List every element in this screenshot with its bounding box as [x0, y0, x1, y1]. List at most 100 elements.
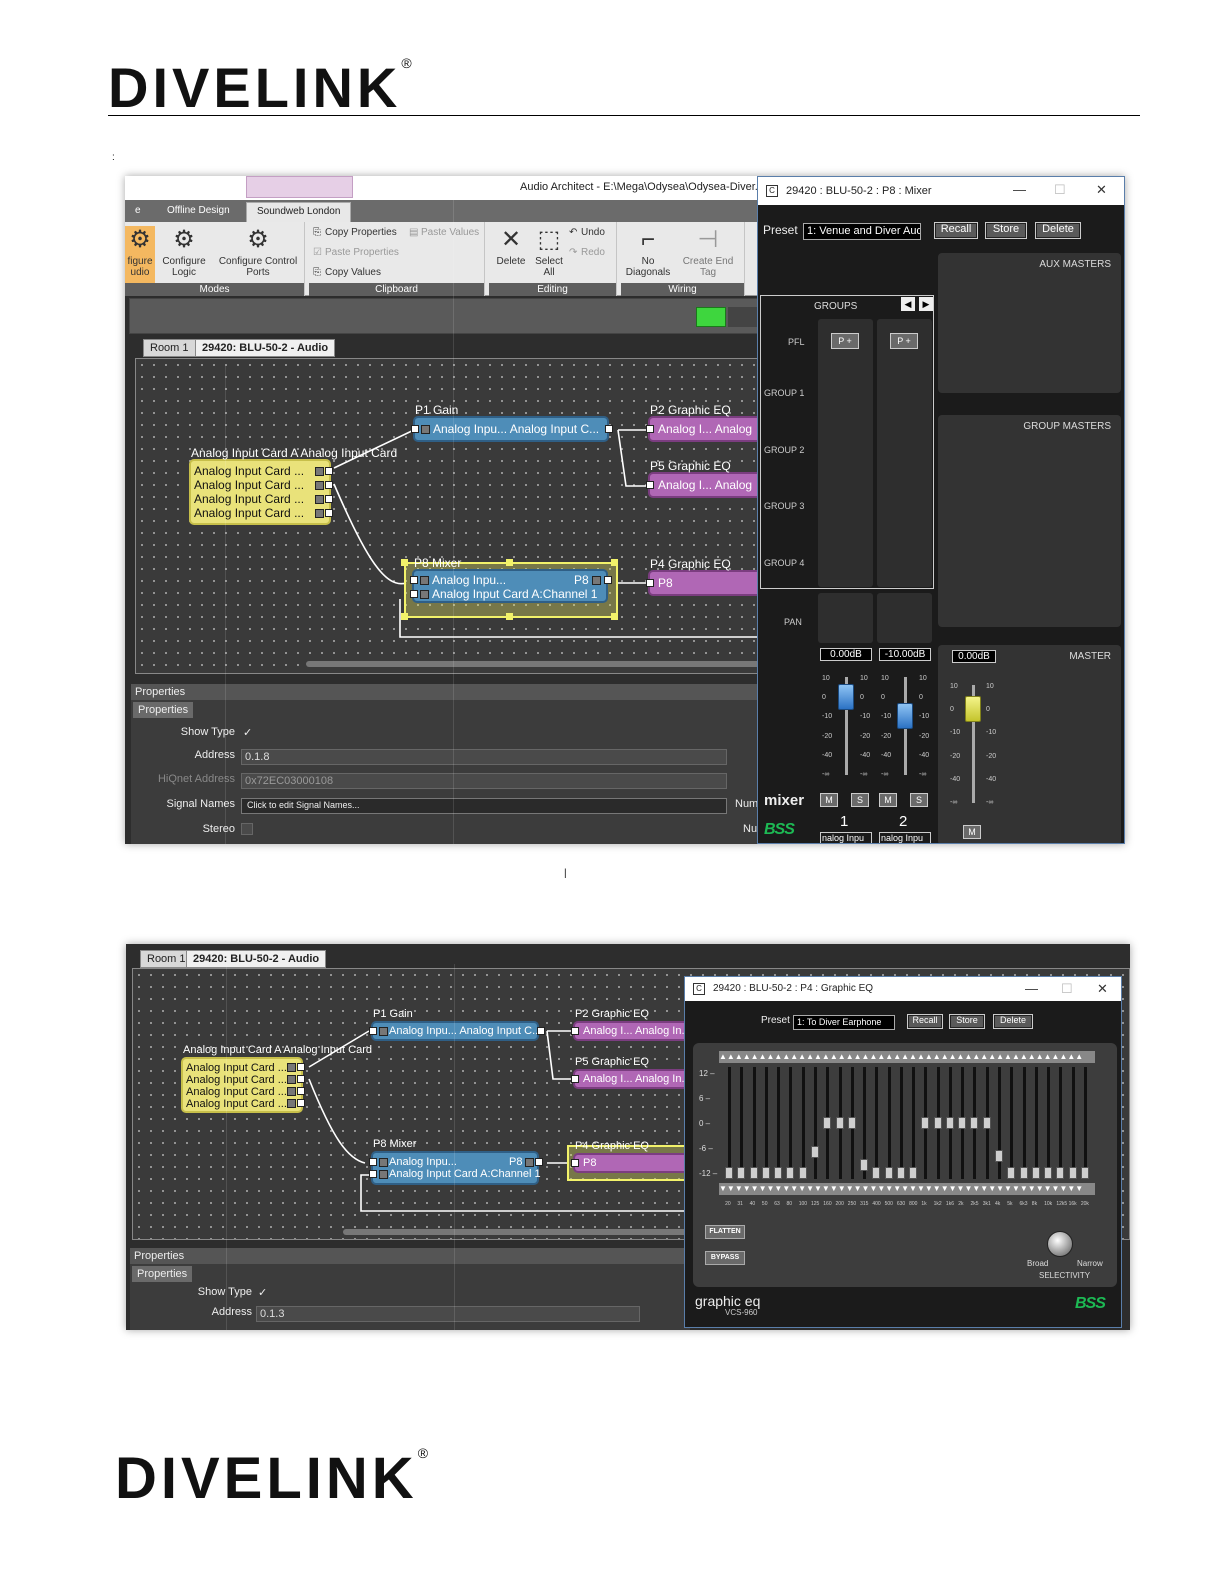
- gain-input-port[interactable]: [421, 425, 430, 434]
- undo-button[interactable]: ↶ Undo: [569, 227, 605, 238]
- configure-audio-button[interactable]: ⚙ figure udio: [125, 226, 155, 284]
- eq-band-knob[interactable]: [1007, 1167, 1016, 1179]
- bypass-button[interactable]: BYPASS: [705, 1251, 745, 1265]
- maximize-icon[interactable]: ☐: [1061, 981, 1073, 997]
- master-mute-button[interactable]: M: [963, 825, 981, 839]
- no-diagonals-button[interactable]: ⌐ No Diagonals: [623, 226, 673, 278]
- card-output-4[interactable]: [297, 1099, 305, 1107]
- tab-soundweb-london[interactable]: Soundweb London: [246, 202, 352, 222]
- card-output-3[interactable]: [325, 495, 333, 503]
- tab-device-audio[interactable]: 29420: BLU-50-2 - Audio: [186, 950, 327, 968]
- selection-handle[interactable]: [506, 613, 513, 620]
- selectivity-knob[interactable]: [1047, 1231, 1073, 1257]
- eq-band-knob[interactable]: [945, 1117, 954, 1129]
- master-fader-knob[interactable]: [965, 696, 981, 723]
- mixer-block[interactable]: P8 Mixer Analog Inpu... P8 Analog Input …: [369, 1138, 543, 1185]
- close-icon[interactable]: ✕: [1097, 981, 1108, 997]
- mixer-input-pin-1[interactable]: [410, 576, 418, 584]
- eq-band-knob[interactable]: [860, 1158, 869, 1171]
- channel-2-fader-knob[interactable]: [897, 703, 913, 730]
- recall-button[interactable]: Recall: [907, 1014, 943, 1029]
- eq-band-knob[interactable]: [1068, 1167, 1077, 1179]
- channel-2-pfl-button[interactable]: P +: [890, 333, 918, 349]
- eq-band-knob[interactable]: [1080, 1167, 1089, 1179]
- configure-logic-button[interactable]: ⚙ Configure Logic: [160, 226, 208, 278]
- card-pin-1[interactable]: [315, 467, 324, 476]
- eq-p4-input-pin[interactable]: [571, 1159, 579, 1167]
- mixer-input-port-1[interactable]: [420, 576, 429, 585]
- tab-device-audio[interactable]: 29420: BLU-50-2 - Audio: [195, 339, 336, 357]
- flatten-button[interactable]: FLATTEN: [705, 1225, 745, 1239]
- gain-block[interactable]: P1 Gain Analog Inpu... Analog Input C...: [411, 403, 613, 442]
- mixer-input-port-2[interactable]: [420, 590, 429, 599]
- copy-values-button[interactable]: ⎘ Copy Values: [313, 267, 381, 278]
- gain-output-pin[interactable]: [605, 425, 613, 433]
- show-type-checkbox[interactable]: ✓: [243, 726, 252, 739]
- show-type-checkbox[interactable]: ✓: [258, 1286, 267, 1299]
- selection-handle[interactable]: [611, 559, 618, 566]
- design-canvas[interactable]: Analog Input Card A Analog Input Card An…: [135, 358, 788, 674]
- eq-band-knob[interactable]: [774, 1167, 783, 1179]
- eq-band-knob[interactable]: [958, 1117, 967, 1129]
- redo-button[interactable]: ↷ Redo: [569, 247, 605, 258]
- eq-band-knob[interactable]: [1019, 1167, 1028, 1179]
- recall-button[interactable]: Recall: [934, 222, 978, 239]
- graphic-eq-p4-block[interactable]: P4 Graphic EQ P8: [571, 1140, 693, 1173]
- card-pin-1[interactable]: [287, 1063, 296, 1072]
- tab-offline-design[interactable]: Offline Design: [157, 202, 240, 222]
- stereo-checkbox[interactable]: [241, 823, 253, 835]
- close-icon[interactable]: ✕: [1096, 182, 1107, 198]
- card-output-1[interactable]: [325, 467, 333, 475]
- eq-band-knob[interactable]: [1056, 1167, 1065, 1179]
- eq-band-knob[interactable]: [933, 1117, 942, 1129]
- analog-input-card-block[interactable]: Analog Input Card A Analog Input Card An…: [189, 446, 397, 525]
- channel-2-pan-strip[interactable]: [877, 593, 932, 643]
- eq-band-knob[interactable]: [737, 1167, 746, 1179]
- eq-band-knob[interactable]: [811, 1146, 819, 1159]
- selection-handle[interactable]: [506, 559, 513, 566]
- card-pin-2[interactable]: [287, 1075, 296, 1084]
- minimize-icon[interactable]: —: [1013, 182, 1026, 197]
- eq-band-knob[interactable]: [835, 1117, 844, 1129]
- eq-band-knob[interactable]: [823, 1117, 832, 1129]
- mixer-input-port-1[interactable]: [379, 1158, 388, 1167]
- minimize-icon[interactable]: —: [1025, 981, 1038, 996]
- analog-input-card-block[interactable]: Analog Input Card A Analog Input Card An…: [181, 1044, 372, 1113]
- card-pin-3[interactable]: [315, 495, 324, 504]
- eq-band-knob[interactable]: [725, 1167, 734, 1179]
- card-output-1[interactable]: [297, 1063, 305, 1071]
- eq-band-knob[interactable]: [761, 1167, 770, 1179]
- card-output-2[interactable]: [297, 1075, 305, 1083]
- mixer-input-pin-2[interactable]: [369, 1170, 377, 1178]
- gain-input-port[interactable]: [379, 1027, 388, 1036]
- eq-band-knob[interactable]: [909, 1167, 918, 1179]
- selection-handle[interactable]: [401, 559, 408, 566]
- eq-band-down-arrows[interactable]: ▼▼▼▼▼▼▼▼▼▼▼▼▼▼▼▼▼▼▼▼▼▼▼▼▼▼▼▼▼▼▼▼▼▼▼▼▼▼▼▼…: [719, 1183, 1095, 1195]
- graphic-eq-p2-block[interactable]: P2 Graphic EQ Analog I... Analog In...: [571, 1008, 693, 1041]
- preset-select[interactable]: 1: To Diver Earphone: [793, 1015, 895, 1030]
- mixer-output-port[interactable]: [525, 1158, 534, 1167]
- paste-values-button[interactable]: ▤ Paste Values: [409, 227, 479, 238]
- paste-properties-button[interactable]: ☑ Paste Properties: [313, 247, 399, 258]
- gain-block[interactable]: P1 Gain Analog Inpu... Analog Input C...: [369, 1008, 545, 1041]
- tab-room-1[interactable]: Room 1: [140, 950, 193, 968]
- mixer-input-pin-1[interactable]: [369, 1158, 377, 1166]
- properties-tab[interactable]: Properties: [133, 702, 194, 718]
- channel-2-mute-button[interactable]: M: [879, 793, 897, 807]
- address-field[interactable]: 0.1.8: [241, 749, 727, 765]
- tab-room-1[interactable]: Room 1: [143, 339, 196, 357]
- selection-handle[interactable]: [611, 613, 618, 620]
- card-pin-4[interactable]: [287, 1099, 296, 1108]
- eq-band-knob[interactable]: [970, 1117, 979, 1129]
- eq-p2-input-pin[interactable]: [646, 425, 654, 433]
- eq-band-up-arrows[interactable]: ▲▲▲▲▲▲▲▲▲▲▲▲▲▲▲▲▲▲▲▲▲▲▲▲▲▲▲▲▲▲▲▲▲▲▲▲▲▲▲▲…: [719, 1051, 1095, 1063]
- eq-band-knob[interactable]: [872, 1167, 881, 1179]
- card-pin-2[interactable]: [315, 481, 324, 490]
- delete-button[interactable]: Delete: [993, 1014, 1033, 1029]
- mixer-block[interactable]: P8 Mixer Analog Inpu... P8 Analog Input …: [410, 556, 612, 603]
- eq-band-knob[interactable]: [884, 1167, 893, 1179]
- select-all-button[interactable]: ⬚ Select All: [533, 226, 565, 278]
- properties-tab[interactable]: Properties: [132, 1266, 193, 1282]
- tab-previous[interactable]: e: [125, 202, 151, 222]
- address-field[interactable]: 0.1.3: [256, 1306, 640, 1322]
